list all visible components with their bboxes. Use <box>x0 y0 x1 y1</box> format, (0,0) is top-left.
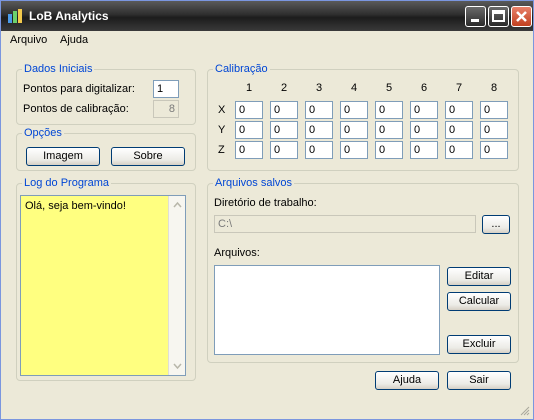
calib-x-3[interactable]: 0 <box>305 101 333 119</box>
column-header: 7 <box>455 82 463 94</box>
calib-z-3[interactable]: 0 <box>305 141 333 159</box>
log-textarea[interactable]: Olá, seja bem-vindo! <box>20 195 186 376</box>
title-bar[interactable]: LoB Analytics <box>1 1 533 31</box>
arquivos-listbox[interactable] <box>214 265 440 355</box>
log-title: Log do Programa <box>22 177 111 189</box>
main-window: LoB Analytics Arquivo Ajuda Dados Inicia… <box>0 0 534 420</box>
close-button[interactable] <box>511 6 532 27</box>
calib-x-4[interactable]: 0 <box>340 101 368 119</box>
arquivos-label: Arquivos: <box>214 247 260 259</box>
calib-x-1[interactable]: 0 <box>235 101 263 119</box>
log-scrollbar[interactable] <box>168 196 185 375</box>
calib-z-8[interactable]: 0 <box>480 141 508 159</box>
log-message: Olá, seja bem-vindo! <box>25 200 126 212</box>
column-header: 6 <box>420 82 428 94</box>
scroll-up-icon[interactable] <box>169 196 186 213</box>
row-label-z: Z <box>218 144 225 156</box>
column-header: 2 <box>280 82 288 94</box>
calib-z-6[interactable]: 0 <box>410 141 438 159</box>
column-header: 4 <box>350 82 358 94</box>
menu-bar: Arquivo Ajuda <box>2 31 533 49</box>
opcoes-title: Opções <box>22 127 64 139</box>
scroll-down-icon[interactable] <box>169 358 186 375</box>
diretorio-label: Diretório de trabalho: <box>214 197 317 209</box>
calib-y-8[interactable]: 0 <box>480 121 508 139</box>
imagem-button[interactable]: Imagem <box>26 147 100 166</box>
calcular-button[interactable]: Calcular <box>447 292 511 311</box>
browse-button[interactable]: ... <box>482 215 510 234</box>
calib-x-5[interactable]: 0 <box>375 101 403 119</box>
calib-z-7[interactable]: 0 <box>445 141 473 159</box>
calib-x-6[interactable]: 0 <box>410 101 438 119</box>
minimize-button[interactable] <box>465 6 486 27</box>
calib-x-2[interactable]: 0 <box>270 101 298 119</box>
menu-ajuda[interactable]: Ajuda <box>60 34 88 46</box>
calib-y-3[interactable]: 0 <box>305 121 333 139</box>
menu-arquivo[interactable]: Arquivo <box>10 34 47 46</box>
sobre-button[interactable]: Sobre <box>111 147 185 166</box>
calib-z-1[interactable]: 0 <box>235 141 263 159</box>
row-label-x: X <box>218 104 226 116</box>
window-title: LoB Analytics <box>29 9 109 23</box>
excluir-button[interactable]: Excluir <box>447 335 511 354</box>
resize-grip-icon[interactable] <box>518 404 530 416</box>
pontos-digitalizar-label: Pontos para digitalizar: <box>23 83 135 95</box>
calib-y-6[interactable]: 0 <box>410 121 438 139</box>
calib-y-2[interactable]: 0 <box>270 121 298 139</box>
ajuda-button[interactable]: Ajuda <box>375 371 439 390</box>
column-header: 1 <box>245 82 253 94</box>
calib-z-4[interactable]: 0 <box>340 141 368 159</box>
calib-z-5[interactable]: 0 <box>375 141 403 159</box>
column-header: 8 <box>490 82 498 94</box>
pontos-digitalizar-input[interactable]: 1 <box>153 80 179 98</box>
calib-z-2[interactable]: 0 <box>270 141 298 159</box>
pontos-calibracao-input: 8 <box>153 100 179 118</box>
maximize-button[interactable] <box>488 6 509 27</box>
dados-iniciais-title: Dados Iniciais <box>22 63 95 75</box>
column-header: 3 <box>315 82 323 94</box>
calibracao-title: Calibração <box>213 63 270 75</box>
calib-x-7[interactable]: 0 <box>445 101 473 119</box>
calib-y-4[interactable]: 0 <box>340 121 368 139</box>
app-logo-icon <box>8 9 22 23</box>
pontos-calibracao-label: Pontos de calibração: <box>23 103 129 115</box>
minimize-icon <box>471 19 479 22</box>
diretorio-input: C:\ <box>214 215 476 233</box>
calib-y-7[interactable]: 0 <box>445 121 473 139</box>
calib-x-8[interactable]: 0 <box>480 101 508 119</box>
calib-y-5[interactable]: 0 <box>375 121 403 139</box>
sair-button[interactable]: Sair <box>447 371 511 390</box>
close-icon <box>516 11 527 22</box>
column-header: 5 <box>385 82 393 94</box>
calib-y-1[interactable]: 0 <box>235 121 263 139</box>
editar-button[interactable]: Editar <box>447 267 511 286</box>
arquivos-salvos-title: Arquivos salvos <box>213 177 295 189</box>
maximize-icon <box>492 10 505 22</box>
row-label-y: Y <box>218 124 226 136</box>
